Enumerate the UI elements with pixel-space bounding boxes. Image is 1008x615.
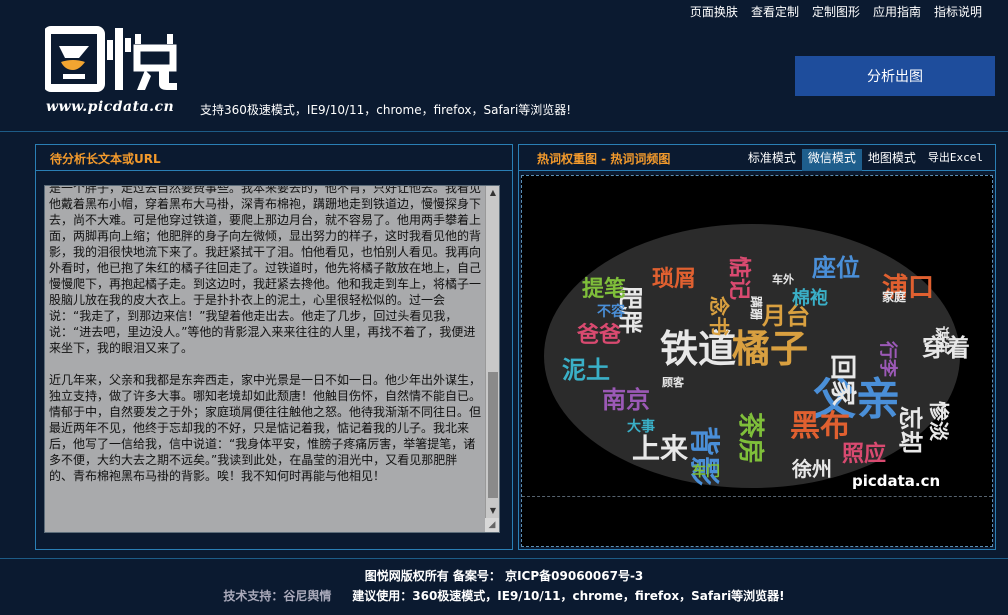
- input-panel-title: 待分析长文本或URL: [50, 152, 161, 166]
- word-cloud-word: 座位: [812, 254, 860, 282]
- footer-tech-support[interactable]: 技术支持：谷尼舆情: [223, 589, 331, 603]
- resize-grip-icon[interactable]: ◢: [485, 518, 499, 532]
- word-cloud-word: 提笔: [582, 276, 626, 302]
- watermark: picdata.cn: [852, 472, 940, 490]
- nav-metrics[interactable]: 指标说明: [934, 3, 982, 20]
- footer-browser-advice: 建议使用：360极速模式，IE9/10/11，chrome，firefox，Sa…: [352, 589, 785, 603]
- top-nav: 页面换肤 查看定制 定制图形 应用指南 指标说明: [690, 3, 982, 20]
- word-cloud-word: 蹒跚: [749, 296, 764, 320]
- word-cloud-word: 顾客: [662, 375, 685, 389]
- text-scrollbar[interactable]: ▲ ▼: [485, 186, 499, 532]
- footer-support: 技术支持：谷尼舆情 建议使用：360极速模式，IE9/10/11，chrome，…: [0, 587, 1008, 604]
- scroll-thumb[interactable]: [488, 372, 498, 498]
- word-cloud-word: 橘子: [732, 327, 808, 371]
- text-input[interactable]: 是一个胖子，走过去自然要费事些。我本来要去的，他不肯，只好让他去。我看见他戴着黑…: [44, 185, 500, 533]
- word-cloud-word: 黑布: [790, 409, 850, 444]
- scroll-down-icon[interactable]: ▼: [486, 504, 499, 518]
- tab-export-excel[interactable]: 导出Excel: [922, 149, 989, 171]
- word-cloud-word: 大事: [627, 418, 655, 435]
- input-panel: 待分析长文本或URL 是一个胖子，走过去自然要费事些。我本来要去的，他不肯，只好…: [35, 144, 513, 550]
- nav-custom-shape[interactable]: 定制图形: [812, 3, 860, 20]
- cloud-divider: [522, 496, 992, 497]
- footer: 图悦网版权所有 备案号： 京ICP备09060067号-3 技术支持：谷尼舆情 …: [0, 558, 1008, 615]
- footer-copyright: 图悦网版权所有 备案号： 京ICP备09060067号-3: [364, 569, 644, 583]
- word-cloud-word: 琐屑: [652, 266, 696, 292]
- word-cloud-word: 家庭: [882, 289, 906, 304]
- word-cloud-word: 行李: [877, 340, 899, 378]
- mode-tabs: 标准模式 微信模式 地图模式 导出Excel: [742, 149, 989, 171]
- word-cloud-word: 惨淡: [927, 401, 951, 442]
- text-paragraph: 是一个胖子，走过去自然要费事些。我本来要去的，他不肯，只好让他去。我看见他戴着黑…: [49, 185, 482, 355]
- output-panel-header: 热词权重图 - 热词词频图 标准模式 微信模式 地图模式 导出Excel: [519, 145, 995, 171]
- word-cloud-word: 棉袍: [792, 287, 828, 309]
- word-cloud-word: 回家: [827, 354, 858, 406]
- header: 页面换肤 查看定制 定制图形 应用指南 指标说明 www.picdata.cn …: [0, 0, 1008, 132]
- logo[interactable]: [45, 26, 185, 96]
- word-cloud-word: 念书: [707, 296, 731, 336]
- scroll-up-icon[interactable]: ▲: [486, 186, 499, 200]
- output-panel-title: 热词权重图 - 热词词频图: [537, 152, 671, 166]
- word-cloud-word: 不容: [597, 303, 625, 320]
- analyze-button[interactable]: 分析出图: [795, 56, 995, 96]
- logo-url: www.picdata.cn: [46, 99, 175, 115]
- word-cloud-word: 忘却: [896, 406, 924, 454]
- tab-wechat-mode[interactable]: 微信模式: [801, 149, 862, 171]
- word-cloud-word: 车外: [772, 272, 794, 286]
- text-paragraph: 近几年来，父亲和我都是东奔西走，家中光景是一日不如一日。他少年出外谋生，独立支持…: [49, 373, 482, 483]
- word-cloud-word: 车门: [692, 463, 720, 480]
- word-cloud-word: 惦记: [726, 256, 752, 300]
- text-input-content: 是一个胖子，走过去自然要费事些。我本来要去的，他不肯，只好让他去。我看见他戴着黑…: [45, 185, 485, 500]
- word-cloud-area: 父亲 铁道 橘子 背影 黑布 南京 上来 茶房 泥土 爸爸 月台 回家 座位 浦口 肥胖 提笔 琐屑 惦记 忘却 穿着…: [521, 175, 993, 547]
- word-cloud-word: 谋生: [933, 326, 950, 354]
- input-panel-header: 待分析长文本或URL: [36, 145, 512, 171]
- word-cloud-word: 茶房: [735, 412, 765, 464]
- word-cloud-word: 爸爸: [576, 322, 621, 348]
- nav-skin[interactable]: 页面换肤: [690, 3, 738, 20]
- word-cloud-word: 泥土: [562, 356, 610, 384]
- word-cloud-word: 上来: [632, 432, 688, 465]
- word-cloud: 父亲铁道橘子背影 黑布南京上来 茶房泥土爸爸月台回家座位浦口肥胖提笔 琐屑 惦记忘却穿着…: [544, 224, 970, 490]
- browser-support-text: 支持360极速模式，IE9/10/11，chrome，firefox，Safar…: [200, 103, 572, 117]
- tab-map-mode[interactable]: 地图模式: [862, 149, 922, 171]
- nav-guide[interactable]: 应用指南: [873, 3, 921, 20]
- word-cloud-word: 徐州: [791, 457, 832, 481]
- tab-standard-mode[interactable]: 标准模式: [742, 149, 802, 171]
- word-cloud-word: 照应: [842, 441, 886, 467]
- word-cloud-word: 南京: [602, 386, 650, 414]
- nav-view-custom[interactable]: 查看定制: [751, 3, 799, 20]
- output-panel: 热词权重图 - 热词词频图 标准模式 微信模式 地图模式 导出Excel 父亲铁…: [518, 144, 996, 550]
